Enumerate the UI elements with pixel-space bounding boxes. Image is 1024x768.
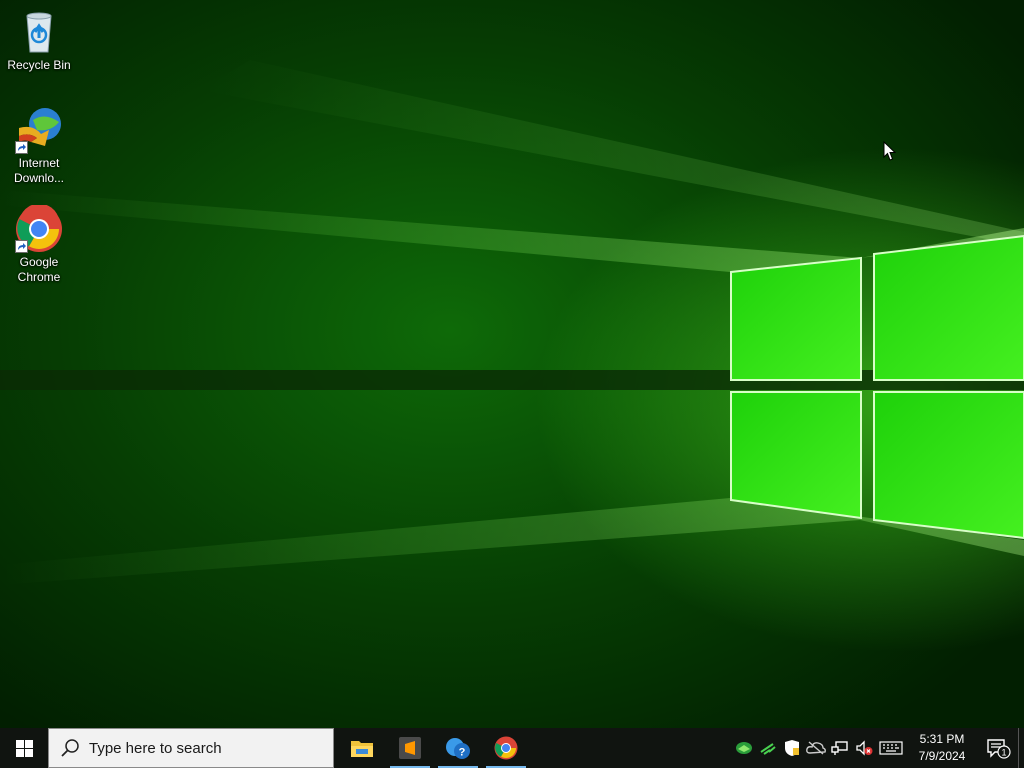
sublime-text-icon <box>399 737 421 759</box>
mouse-cursor-icon <box>883 141 897 161</box>
google-chrome-icon <box>494 736 518 760</box>
desktop-icon-label: Recycle Bin <box>7 58 71 72</box>
desktop-icon-label: Google Chrome <box>17 255 61 284</box>
taskbar-sublime-text[interactable] <box>386 728 434 768</box>
help-icon: ? <box>446 738 470 759</box>
google-chrome-icon <box>15 203 63 253</box>
notification-icon: 1 <box>987 739 1011 759</box>
svg-text:?: ? <box>459 747 466 759</box>
folder-icon <box>351 741 373 757</box>
taskbar-file-explorer[interactable] <box>338 728 386 768</box>
volume-muted-icon[interactable] <box>852 728 876 768</box>
onedrive-offline-icon[interactable] <box>804 728 828 768</box>
network-activity-icon[interactable] <box>756 728 780 768</box>
search-box[interactable]: Type here to search <box>48 728 334 768</box>
wallpaper <box>0 60 1024 585</box>
taskbar-get-help[interactable]: ? <box>434 728 482 768</box>
desktop-icon-label: Internet Downlo... <box>13 156 65 185</box>
start-button[interactable] <box>0 728 48 768</box>
clock-time: 5:31 PM <box>919 732 965 746</box>
desktop: Recycle Bin Internet Downlo... Google Ch… <box>0 0 1024 728</box>
search-placeholder: Type here to search <box>89 739 222 757</box>
notification-count: 1 <box>1001 748 1006 758</box>
desktop-icon-internet-download-manager[interactable]: Internet Downlo... <box>1 106 77 186</box>
keyboard-icon[interactable] <box>876 728 906 768</box>
action-center-button[interactable]: 1 <box>978 728 1018 768</box>
clock-date: 7/9/2024 <box>918 749 966 763</box>
pinned-apps: ? <box>338 728 530 768</box>
network-icon[interactable] <box>828 728 852 768</box>
recycle-bin-icon <box>15 8 63 56</box>
internet-download-manager-icon <box>15 106 63 154</box>
shortcut-arrow-icon <box>15 240 28 253</box>
desktop-icon-recycle-bin[interactable]: Recycle Bin <box>1 8 77 73</box>
shortcut-arrow-icon <box>15 141 28 154</box>
windows-logo-icon <box>15 739 33 757</box>
idm-tray-icon[interactable] <box>732 728 756 768</box>
system-tray: 5:31 PM 7/9/2024 1 <box>732 728 1024 768</box>
show-desktop-button[interactable] <box>1018 728 1024 768</box>
security-shield-icon[interactable] <box>780 728 804 768</box>
clock[interactable]: 5:31 PM 7/9/2024 <box>906 728 978 768</box>
search-icon <box>61 739 79 757</box>
desktop-icon-google-chrome[interactable]: Google Chrome <box>1 203 77 285</box>
taskbar: Type here to search ? 5:31 PM 7/9/2024 1 <box>0 728 1024 768</box>
taskbar-google-chrome[interactable] <box>482 728 530 768</box>
